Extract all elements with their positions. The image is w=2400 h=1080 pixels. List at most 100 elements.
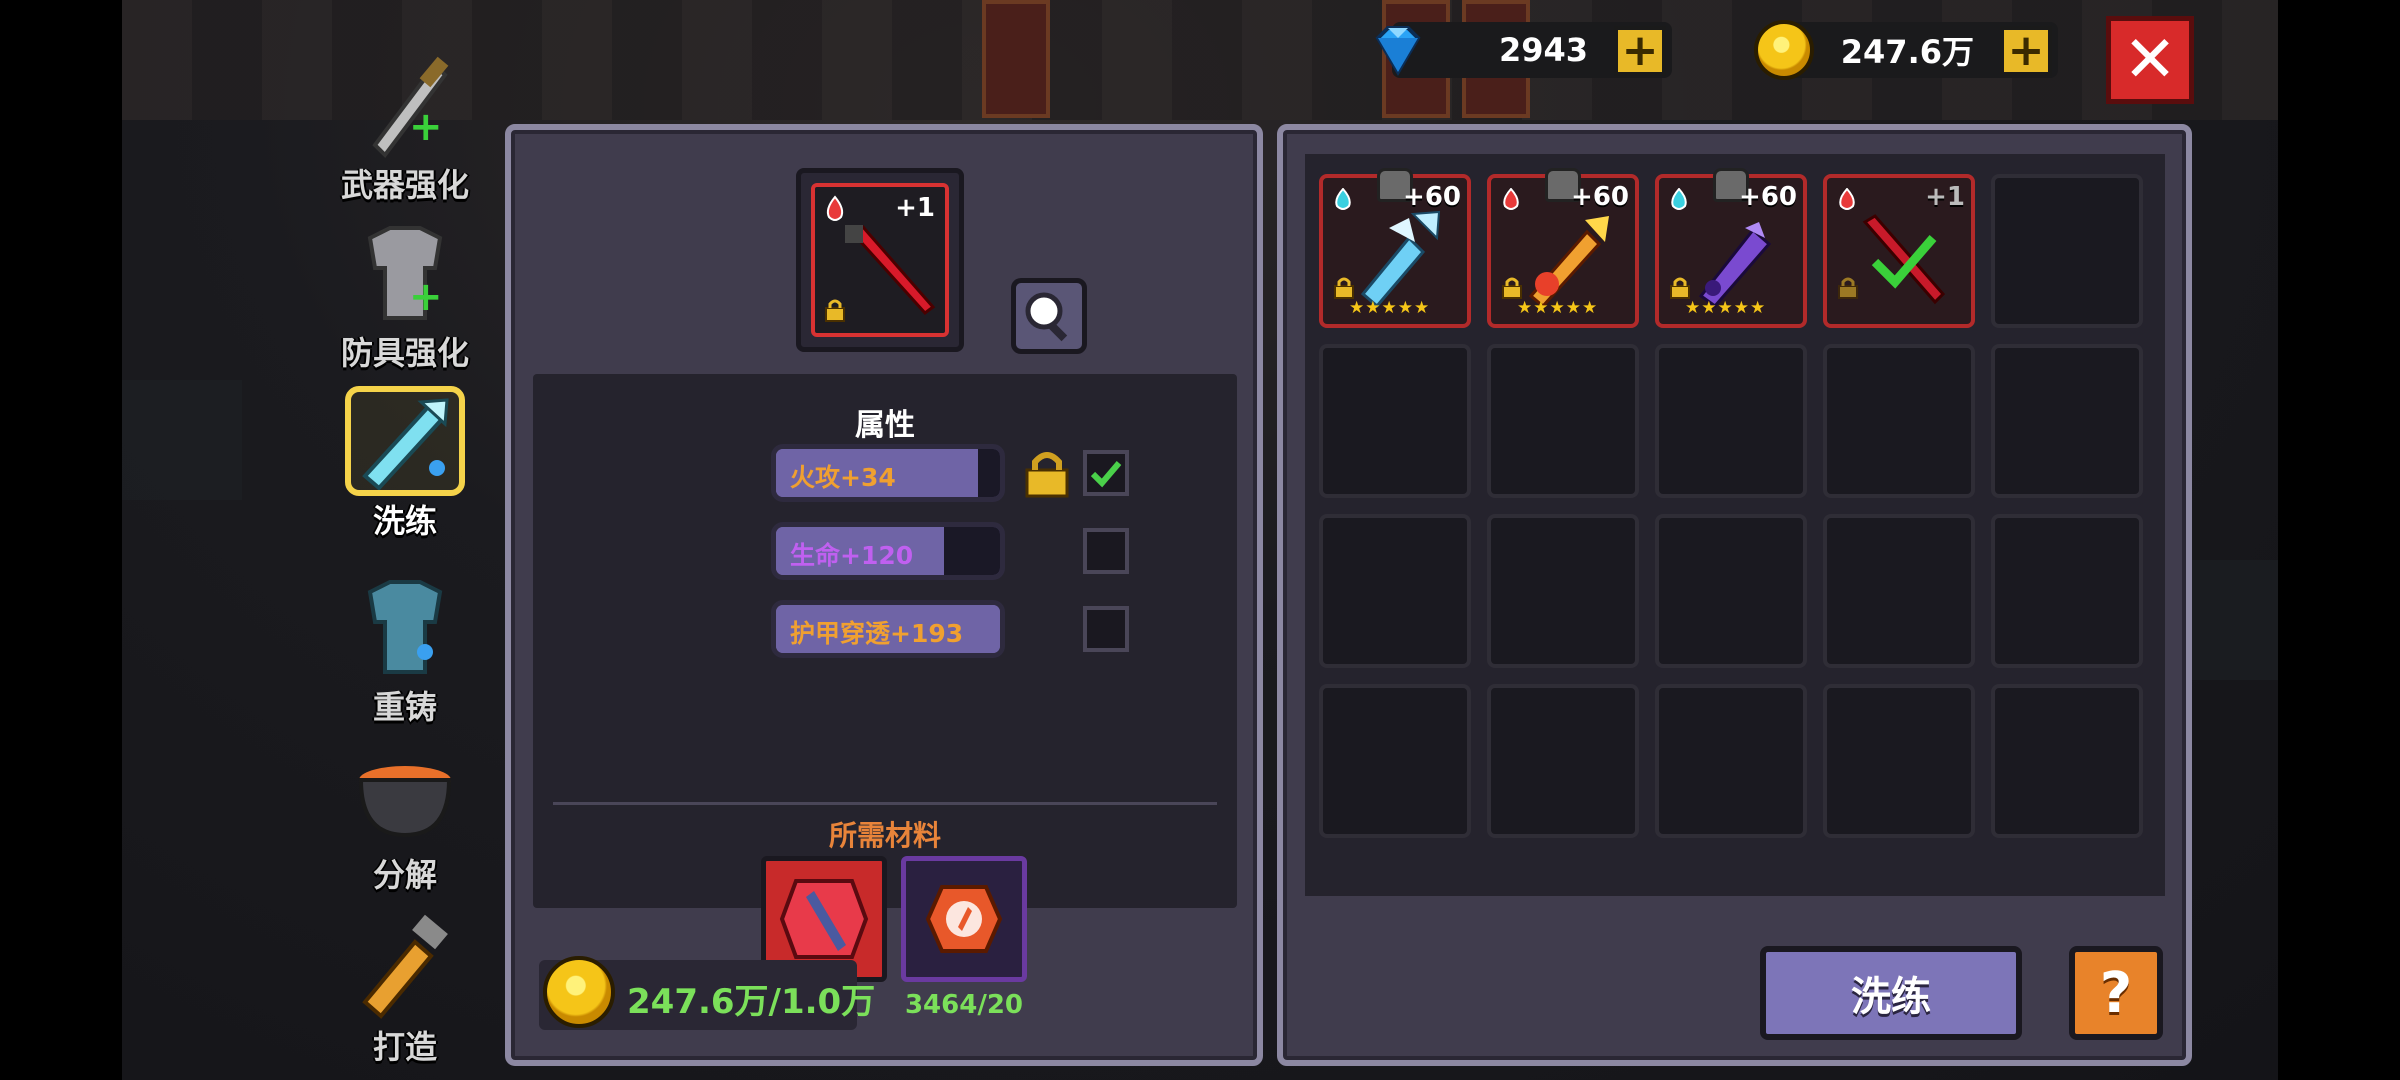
close-button[interactable]: ✕ bbox=[2106, 16, 2194, 104]
attribute-lock-icon[interactable] bbox=[1021, 446, 1073, 500]
attribute-text: 护甲穿透+193 bbox=[790, 619, 964, 648]
inventory-slot[interactable] bbox=[1991, 514, 2143, 668]
add-coins-button[interactable]: + bbox=[2000, 26, 2052, 76]
refine-stone-icon bbox=[925, 885, 1003, 953]
inventory-slot[interactable] bbox=[1487, 514, 1639, 668]
coin-count: 247.6万 bbox=[1840, 33, 1974, 71]
item-level-badge: +60 bbox=[1739, 182, 1797, 212]
attributes-section: 属性 火攻+34 生命+120 护甲穿透+193 所需材料 3464/20 bbox=[533, 374, 1237, 1020]
attribute-bar: 火攻+34 bbox=[771, 444, 1005, 502]
rarity-stars: ★★★★★ bbox=[1349, 298, 1431, 318]
inventory-item[interactable]: +60 ★★★★★ bbox=[1487, 168, 1639, 328]
item-level-badge: +60 bbox=[1571, 182, 1629, 212]
inventory-slot[interactable] bbox=[1655, 514, 1807, 668]
sidebar-item-label: 武器强化 bbox=[340, 166, 469, 204]
cauldron-icon bbox=[345, 740, 465, 850]
gold-coin-icon bbox=[543, 956, 615, 1028]
sidebar-item-label: 防具强化 bbox=[340, 334, 469, 372]
help-button[interactable]: ? bbox=[2069, 946, 2163, 1040]
magnifier-icon bbox=[1025, 292, 1068, 342]
inventory-slot[interactable] bbox=[1655, 344, 1807, 498]
sidebar-item-label: 打造 bbox=[372, 1028, 437, 1066]
flame-sword-icon bbox=[1517, 208, 1617, 309]
attribute-checkbox[interactable] bbox=[1083, 450, 1129, 496]
gem-counter: 2943 + bbox=[1375, 22, 1672, 78]
shadow-blade-icon bbox=[1685, 208, 1785, 309]
item-level-badge: +1 bbox=[1925, 182, 1965, 212]
inventory-slot[interactable] bbox=[1319, 684, 1471, 838]
sidebar-item-forge[interactable]: 打造 bbox=[330, 912, 480, 1068]
inventory-slot[interactable] bbox=[1487, 684, 1639, 838]
inventory-panel: +60 ★★★★★ +60 ★★★★★ +60 ★★★★★ +1 洗练 ? bbox=[1277, 124, 2192, 1066]
inventory-slot[interactable] bbox=[1823, 514, 1975, 668]
crystal-sword-icon bbox=[345, 386, 465, 496]
lock-icon bbox=[825, 299, 845, 322]
material-count: 3464/20 bbox=[904, 990, 1024, 1020]
weapon-level-badge: +1 bbox=[895, 193, 935, 223]
floor-tile bbox=[122, 380, 242, 500]
wall-banner bbox=[982, 0, 1050, 118]
materials-title: 所需材料 bbox=[828, 819, 941, 852]
forge-hammer-icon bbox=[345, 912, 465, 1022]
inventory-slot[interactable] bbox=[1319, 344, 1471, 498]
attribute-bar: 护甲穿透+193 bbox=[771, 600, 1005, 658]
section-divider bbox=[553, 802, 1217, 805]
inventory-grid: +60 ★★★★★ +60 ★★★★★ +60 ★★★★★ +1 bbox=[1305, 154, 2165, 896]
rarity-stars: ★★★★★ bbox=[1517, 298, 1599, 318]
inventory-slot[interactable] bbox=[1991, 344, 2143, 498]
svg-text:+: + bbox=[409, 274, 443, 320]
inventory-slot[interactable] bbox=[1823, 684, 1975, 838]
inventory-slot[interactable] bbox=[1487, 344, 1639, 498]
lock-icon bbox=[1837, 276, 1859, 300]
attribute-remaining bbox=[977, 449, 1000, 497]
lock-icon bbox=[1669, 276, 1691, 300]
refine-cost: 247.6万/1.0万 bbox=[539, 956, 875, 1030]
attribute-text: 生命+120 bbox=[790, 541, 914, 570]
armor-upgrade-icon: + bbox=[345, 218, 465, 328]
inventory-slot[interactable] bbox=[1655, 684, 1807, 838]
inventory-item[interactable]: +60 ★★★★★ bbox=[1655, 168, 1807, 328]
sidebar-item-label: 重铸 bbox=[372, 688, 437, 726]
refine-button[interactable]: 洗练 bbox=[1760, 946, 2022, 1040]
refine-detail-panel: +1 属性 火攻+34 生命+120 护甲穿透+193 所需材料 3464/20… bbox=[505, 124, 1263, 1066]
selected-weapon-frame: +1 bbox=[811, 183, 949, 337]
lock-icon bbox=[1333, 276, 1355, 300]
lock-icon bbox=[1501, 276, 1523, 300]
attribute-bar: 生命+120 bbox=[771, 522, 1005, 580]
gold-coin-icon bbox=[1754, 20, 1814, 80]
red-blade-selected-icon bbox=[1853, 208, 1953, 308]
sidebar-item-label: 分解 bbox=[372, 856, 437, 894]
inventory-item[interactable]: +1 bbox=[1823, 174, 1975, 328]
svg-text:+: + bbox=[409, 104, 443, 150]
item-level-badge: +60 bbox=[1403, 182, 1461, 212]
fire-element-icon bbox=[826, 195, 844, 221]
rarity-stars: ★★★★★ bbox=[1685, 298, 1767, 318]
cost-text: 247.6万/1.0万 bbox=[627, 982, 876, 1022]
inspect-button[interactable] bbox=[1011, 278, 1087, 354]
inventory-item[interactable]: +60 ★★★★★ bbox=[1319, 168, 1471, 328]
material-slot[interactable] bbox=[901, 856, 1027, 982]
sidebar-item-armor-upgrade[interactable]: + 防具强化 bbox=[330, 218, 480, 374]
armor-reforge-icon bbox=[345, 572, 465, 682]
inventory-slot[interactable] bbox=[1991, 684, 2143, 838]
diamond-icon bbox=[1375, 26, 1421, 76]
attribute-remaining bbox=[944, 527, 1000, 575]
sidebar-item-reforge[interactable]: 重铸 bbox=[330, 572, 480, 728]
sword-upgrade-icon: + bbox=[345, 50, 465, 160]
ice-sword-icon bbox=[1349, 208, 1449, 309]
add-gems-button[interactable]: + bbox=[1614, 26, 1666, 76]
attribute-checkbox[interactable] bbox=[1083, 528, 1129, 574]
attribute-text: 火攻+34 bbox=[790, 463, 896, 492]
inventory-slot[interactable] bbox=[1823, 344, 1975, 498]
checkmark-icon bbox=[1090, 461, 1122, 488]
sidebar-item-disassemble[interactable]: 分解 bbox=[330, 740, 480, 896]
inventory-slot[interactable] bbox=[1319, 514, 1471, 668]
attribute-checkbox[interactable] bbox=[1083, 606, 1129, 652]
gem-count: 2943 bbox=[1498, 31, 1588, 69]
selected-weapon-slot[interactable]: +1 bbox=[796, 168, 964, 352]
red-blade-icon bbox=[845, 225, 936, 316]
inventory-slot[interactable] bbox=[1991, 174, 2143, 328]
sidebar-item-refine[interactable]: 洗练 bbox=[330, 386, 480, 542]
attributes-title: 属性 bbox=[855, 408, 915, 443]
sidebar-item-weapon-upgrade[interactable]: + 武器强化 bbox=[330, 50, 480, 206]
